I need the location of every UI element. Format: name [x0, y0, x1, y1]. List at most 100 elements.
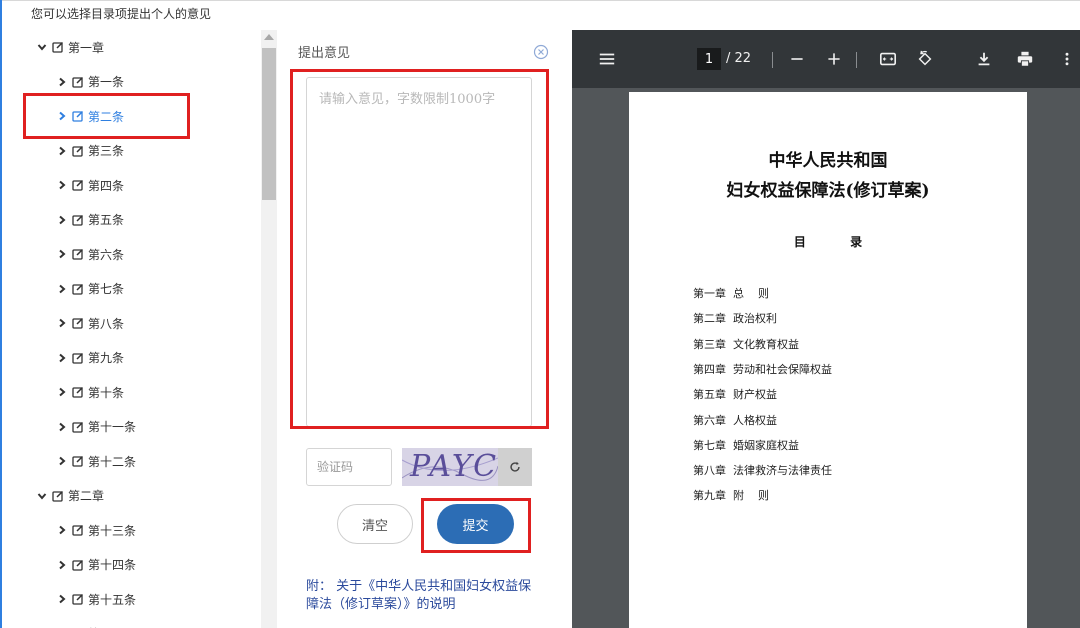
chevron-right-icon[interactable]	[56, 248, 68, 260]
chevron-right-icon[interactable]	[56, 421, 68, 433]
chevron-right-icon[interactable]	[56, 593, 68, 605]
menu-icon[interactable]	[597, 49, 617, 69]
chevron-right-icon[interactable]	[56, 317, 68, 329]
tree-article[interactable]: 第五条	[56, 209, 124, 231]
tree-item-label: 第八条	[88, 316, 125, 331]
tree-article[interactable]: 第八条	[56, 312, 124, 334]
tree-article[interactable]: 第十四条	[56, 554, 136, 576]
toc-heading: 目 录	[793, 235, 883, 249]
refresh-icon	[510, 461, 520, 472]
appendix-explanation-link[interactable]: 附： 关于《中华人民共和国妇女权益保障法（修订草案）》的说明	[306, 578, 542, 614]
tree-article[interactable]: 第七条	[56, 278, 124, 300]
chevron-right-icon[interactable]	[56, 145, 68, 157]
chevron-down-icon[interactable]	[36, 41, 48, 53]
zoom-in-icon[interactable]	[824, 49, 844, 69]
tree-item-label: 第三条	[88, 144, 125, 158]
rotate-icon[interactable]	[915, 49, 935, 69]
tree-chapter[interactable]: 第二章	[36, 485, 104, 507]
refresh-captcha-button[interactable]	[498, 448, 532, 486]
tree-item-label: 第十四条	[88, 558, 137, 572]
captcha-input[interactable]	[306, 448, 392, 486]
chevron-right-icon[interactable]	[56, 455, 68, 467]
left-accent-bar	[0, 0, 2, 628]
tree-item-label: 第一条	[88, 75, 125, 89]
fit-page-icon[interactable]	[878, 49, 898, 69]
chevron-right-icon[interactable]	[56, 559, 68, 571]
tree-item-label: 第十条	[88, 385, 125, 400]
toolbar-divider	[856, 52, 857, 68]
tree-article[interactable]: 第四条	[56, 174, 124, 196]
toc-entry: 第五章 财产权益	[693, 388, 777, 402]
chevron-down-icon[interactable]	[36, 490, 48, 502]
tree-article[interactable]: 第十五条	[56, 588, 136, 610]
tree-item-label: 第十五条	[88, 592, 137, 607]
chevron-right-icon[interactable]	[56, 524, 68, 536]
page-total: / 22	[726, 51, 752, 66]
tree-article[interactable]: 第六条	[56, 243, 124, 265]
edit-checkbox-icon	[72, 386, 84, 398]
highlight-submit-button	[421, 498, 531, 553]
chevron-right-icon[interactable]	[56, 179, 68, 191]
scroll-up-arrow-icon[interactable]	[264, 34, 274, 40]
zoom-out-icon[interactable]	[787, 49, 807, 69]
edit-checkbox-icon	[72, 559, 84, 571]
tree-article[interactable]: 第十二条	[56, 450, 136, 472]
tree-item-label: 第十二条	[88, 454, 137, 469]
download-icon[interactable]	[974, 49, 994, 69]
toolbar-divider	[772, 52, 773, 68]
toc-entry: 第四章 劳动和社会保障权益	[693, 362, 832, 376]
edit-checkbox-icon	[52, 41, 64, 53]
pdf-viewer: 1 / 22 中华人民共和国 妇女权益保障法(修订草案) 目 录 第一章 总 则	[572, 30, 1080, 628]
tree-item-label: 第四条	[88, 178, 125, 193]
close-circle-icon[interactable]	[533, 44, 549, 60]
tree-article[interactable]: 第...	[56, 623, 111, 628]
pdf-toolbar: 1 / 22	[572, 30, 1080, 88]
edit-checkbox-icon	[72, 593, 84, 605]
tree-article[interactable]: 第三条	[56, 140, 124, 162]
captcha-text: PAYC	[410, 449, 498, 484]
pdf-page: 中华人民共和国 妇女权益保障法(修订草案) 目 录 第一章 总 则第二章 政治权…	[629, 92, 1027, 628]
tree-item-label: 第十一条	[88, 420, 137, 434]
tree-article[interactable]: 第十三条	[56, 519, 136, 541]
tree-item-label: 第九条	[88, 351, 125, 365]
instruction-text: 您可以选择目录项提出个人的意见	[31, 7, 212, 21]
tree-item-label: 第六条	[88, 247, 125, 262]
tree-article[interactable]: 第十一条	[56, 416, 136, 438]
page-number-input[interactable]: 1	[697, 48, 721, 70]
tree-item-label: 第七条	[88, 282, 125, 296]
opinion-panel-title: 提出意见	[298, 46, 351, 61]
highlight-opinion-area	[290, 69, 549, 429]
edit-checkbox-icon	[72, 317, 84, 329]
tree-item-label: 第一章	[68, 40, 105, 55]
more-options-icon[interactable]	[1057, 49, 1077, 69]
tree-item-label: 第二章	[68, 489, 105, 503]
tree-article[interactable]: 第十条	[56, 381, 124, 403]
clear-button[interactable]: 清空	[337, 504, 413, 544]
chevron-right-icon[interactable]	[56, 352, 68, 364]
tree-article[interactable]: 第九条	[56, 347, 124, 369]
toc-entry: 第八章 法律救济与法律责任	[693, 464, 832, 478]
document-title-line1: 中华人民共和国	[768, 151, 888, 171]
scrollbar-thumb[interactable]	[262, 48, 276, 200]
toc-entry: 第二章 政治权利	[693, 312, 777, 326]
toc-entry: 第一章 总 则	[693, 287, 769, 300]
chevron-right-icon[interactable]	[56, 214, 68, 226]
edit-checkbox-icon	[72, 421, 84, 433]
edit-checkbox-icon	[72, 214, 84, 226]
edit-checkbox-icon	[72, 179, 84, 191]
tree-scrollbar[interactable]	[261, 30, 277, 628]
tree-chapter[interactable]: 第一章	[36, 36, 104, 58]
chevron-right-icon[interactable]	[56, 76, 68, 88]
captcha-image: PAYC	[402, 448, 498, 486]
edit-checkbox-icon	[72, 524, 84, 536]
chevron-right-icon[interactable]	[56, 386, 68, 398]
edit-checkbox-icon	[72, 455, 84, 467]
toc-entry: 第三章 文化教育权益	[693, 337, 799, 351]
print-icon[interactable]	[1015, 49, 1035, 69]
edit-checkbox-icon	[72, 145, 84, 157]
tree-article[interactable]: 第一条	[56, 71, 124, 93]
toc-entry: 第九章 附 则	[693, 489, 769, 503]
edit-checkbox-icon	[72, 283, 84, 295]
chevron-right-icon[interactable]	[56, 283, 68, 295]
toc-entry: 第七章 婚姻家庭权益	[693, 438, 799, 452]
